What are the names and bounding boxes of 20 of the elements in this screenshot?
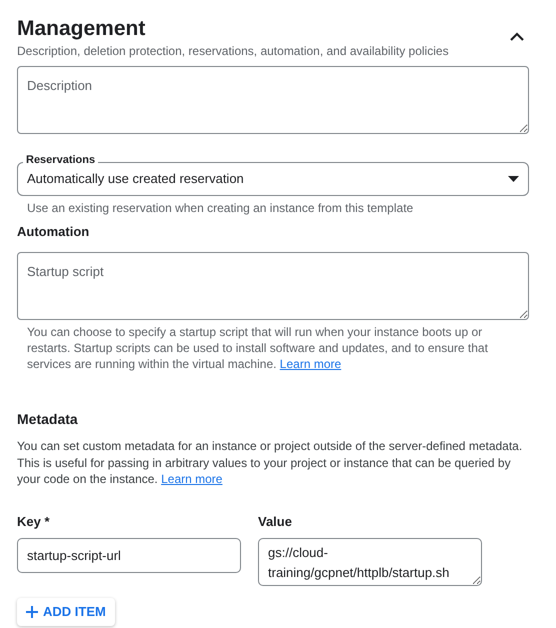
helper-text: You can choose to specify a startup script that will run when your instance boots up or restarts. Startup scripts can be used to install software and updates, and to ensure that services are running within the virtual machine. Learn more bbox=[26, 324, 489, 372]
plus-icon bbox=[26, 606, 38, 618]
learn-more-link[interactable]: Learn more bbox=[161, 472, 222, 486]
field-label: Value bbox=[258, 514, 293, 530]
section-heading: Metadata bbox=[17, 410, 79, 428]
metadata-description: You can set custom metadata for an instance or project outside of the server-defined metadata. This is useful for passing in arbitrary values to your project or instance that can be queried by your code on the instance. Learn more bbox=[17, 438, 524, 488]
learn-more-link[interactable]: Learn more bbox=[280, 357, 342, 371]
section-heading: Automation bbox=[17, 224, 90, 240]
description-field[interactable]: Description bbox=[17, 66, 529, 134]
value-field[interactable]: gs://cloud-training/gcpnet/httplb/startup.sh bbox=[258, 538, 482, 586]
section-subtitle: Description, deletion protection, reservations, automation, and availability policies bbox=[17, 43, 449, 59]
field-label: Key * bbox=[17, 514, 51, 530]
caret-icon bbox=[508, 176, 519, 182]
section-title: Management bbox=[17, 16, 146, 42]
dropdown-value: Automatically use created reservation bbox=[27, 170, 244, 188]
startup-script-field[interactable]: Startup script bbox=[17, 252, 529, 320]
helper-text: Use an existing reservation when creating an instance from this template bbox=[26, 200, 414, 216]
reservations-dropdown[interactable]: Automatically use created reservation bbox=[17, 162, 529, 196]
key-field[interactable]: startup-script-url bbox=[17, 538, 241, 572]
add-item-button[interactable]: ADD ITEM bbox=[17, 598, 115, 626]
